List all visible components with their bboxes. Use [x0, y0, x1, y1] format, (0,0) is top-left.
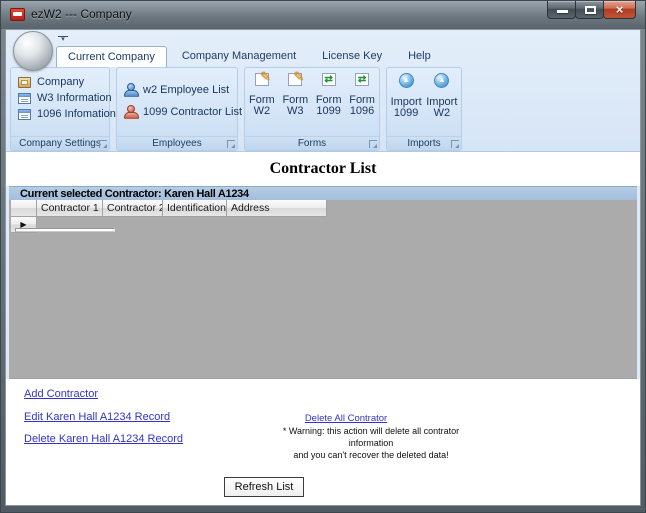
- app-window: ezW2 --- Company × ▾ Current Company Com…: [0, 0, 646, 513]
- tab-current-company[interactable]: Current Company: [56, 46, 167, 67]
- w2-employee-list-button[interactable]: w2 Employee List: [124, 83, 237, 96]
- quick-access-dropdown-icon[interactable]: ▾: [58, 36, 68, 43]
- window-body: ▾ Current Company Company Management Lic…: [5, 29, 641, 506]
- import-w2-button[interactable]: ImportW2: [425, 73, 458, 136]
- form-w3-button[interactable]: ✎ FormW3: [279, 73, 312, 136]
- group-imports: Import1099 ImportW2 Imports: [386, 67, 462, 151]
- contractor-grid-area: Contractor 1 Contractor 2 Identification…: [9, 200, 637, 379]
- group-label: Company Settings: [19, 138, 101, 149]
- transfer-form-icon: ⇄: [355, 73, 369, 86]
- ribbon: ▾ Current Company Company Management Lic…: [6, 30, 640, 152]
- header-cell-identification[interactable]: Identification#: [163, 200, 227, 217]
- form-info-icon: [18, 93, 31, 104]
- close-icon: ×: [604, 2, 635, 17]
- add-contractor-link[interactable]: Add Contractor: [24, 388, 98, 400]
- group-footer-company-settings: Company Settings: [11, 136, 109, 150]
- header-cell-address[interactable]: Address: [227, 200, 327, 217]
- edit-form-icon: ✎: [288, 73, 302, 86]
- page-title: Contractor List: [270, 160, 377, 178]
- warning-line1: * Warning: this action will delete all c…: [283, 426, 459, 448]
- header-cell-contractor2[interactable]: Contractor 2: [103, 200, 163, 217]
- form-1096-button[interactable]: ⇄ Form1096: [346, 73, 379, 136]
- tab-license-key[interactable]: License Key: [311, 46, 393, 67]
- header-cell-selector: [11, 200, 37, 217]
- dialog-launcher-icon[interactable]: [99, 140, 107, 148]
- import-icon: [434, 73, 449, 88]
- header-cell-contractor1[interactable]: Contractor 1: [37, 200, 103, 217]
- pencil-icon: ✎: [293, 69, 304, 85]
- company-button[interactable]: Company: [18, 76, 109, 88]
- group-label: Forms: [298, 138, 326, 149]
- selected-contractor-bar: Current selected Contractor: Karen Hall …: [9, 186, 637, 200]
- delete-contractor-link[interactable]: Delete Karen Hall A1234 Record: [24, 433, 183, 445]
- dialog-launcher-icon[interactable]: [227, 140, 235, 148]
- delete-warning-text: * Warning: this action will delete all c…: [261, 425, 481, 461]
- edit-contractor-link[interactable]: Edit Karen Hall A1234 Record: [24, 411, 170, 423]
- form-w2-button[interactable]: ✎ FormW2: [245, 73, 278, 136]
- person-red-icon: [124, 105, 137, 118]
- tab-help[interactable]: Help: [397, 46, 442, 67]
- ribbon-groups: Company W3 Information 1096 Infomation C…: [10, 67, 462, 151]
- group-company-settings: Company W3 Information 1096 Infomation C…: [10, 67, 110, 151]
- close-button[interactable]: ×: [603, 1, 636, 19]
- application-orb-button[interactable]: [13, 31, 53, 71]
- w2-employee-list-label: w2 Employee List: [143, 84, 229, 96]
- actions-panel: Add Contractor Edit Karen Hall A1234 Rec…: [6, 379, 640, 506]
- w3-information-button[interactable]: W3 Information: [18, 92, 109, 104]
- warning-line2: and you can't recover the deleted data!: [293, 450, 448, 460]
- transfer-form-icon: ⇄: [322, 73, 336, 86]
- tab-company-management[interactable]: Company Management: [171, 46, 307, 67]
- company-label: Company: [37, 76, 84, 88]
- group-forms: ✎ FormW2 ✎ FormW3 ⇄ Form1099 ⇄: [244, 67, 380, 151]
- 1099-contractor-list-label: 1099 Contractor List: [143, 106, 242, 118]
- refresh-list-button[interactable]: Refresh List: [224, 477, 304, 497]
- group-label: Employees: [152, 138, 201, 149]
- 1096-information-button[interactable]: 1096 Infomation: [18, 108, 109, 120]
- app-icon: [10, 8, 25, 21]
- cell-address[interactable]: Second Stree: [15, 228, 115, 232]
- edit-form-icon: ✎: [255, 73, 269, 86]
- title-strip: Contractor List: [6, 152, 640, 186]
- group-footer-forms: Forms: [245, 136, 379, 150]
- dialog-launcher-icon[interactable]: [369, 140, 377, 148]
- group-label: Imports: [407, 138, 440, 149]
- table-row[interactable]: ▶ Karen Hall A1234 Second Stree: [11, 217, 327, 233]
- minimize-button[interactable]: [547, 1, 576, 19]
- pencil-icon: ✎: [260, 69, 271, 85]
- table-header-row: Contractor 1 Contractor 2 Identification…: [11, 200, 327, 217]
- group-footer-imports: Imports: [387, 136, 461, 150]
- form-1099-button[interactable]: ⇄ Form1099: [312, 73, 345, 136]
- dialog-launcher-icon[interactable]: [451, 140, 459, 148]
- 1099-contractor-list-button[interactable]: 1099 Contractor List: [124, 105, 237, 118]
- group-employees: w2 Employee List 1099 Contractor List Em…: [116, 67, 238, 151]
- contractor-table[interactable]: Contractor 1 Contractor 2 Identification…: [11, 200, 327, 233]
- maximize-button[interactable]: [575, 1, 604, 19]
- titlebar[interactable]: ezW2 --- Company ×: [1, 1, 645, 29]
- company-icon: [18, 77, 31, 88]
- minimize-icon: [557, 10, 568, 13]
- window-title: ezW2 --- Company: [31, 1, 132, 29]
- 1096-information-label: 1096 Infomation: [37, 108, 116, 120]
- group-footer-employees: Employees: [117, 136, 237, 150]
- maximize-icon: [585, 6, 596, 14]
- delete-all-contractor-link[interactable]: Delete All Contrator: [305, 413, 387, 424]
- arrows-icon: ⇄: [356, 74, 368, 86]
- import-icon: [399, 73, 414, 88]
- w3-information-label: W3 Information: [37, 92, 112, 104]
- arrows-icon: ⇄: [323, 74, 335, 86]
- form-info-icon: [18, 109, 31, 120]
- ribbon-tabs: Current Company Company Management Licen…: [56, 46, 442, 67]
- import-1099-button[interactable]: Import1099: [390, 73, 423, 136]
- person-blue-icon: [124, 83, 137, 96]
